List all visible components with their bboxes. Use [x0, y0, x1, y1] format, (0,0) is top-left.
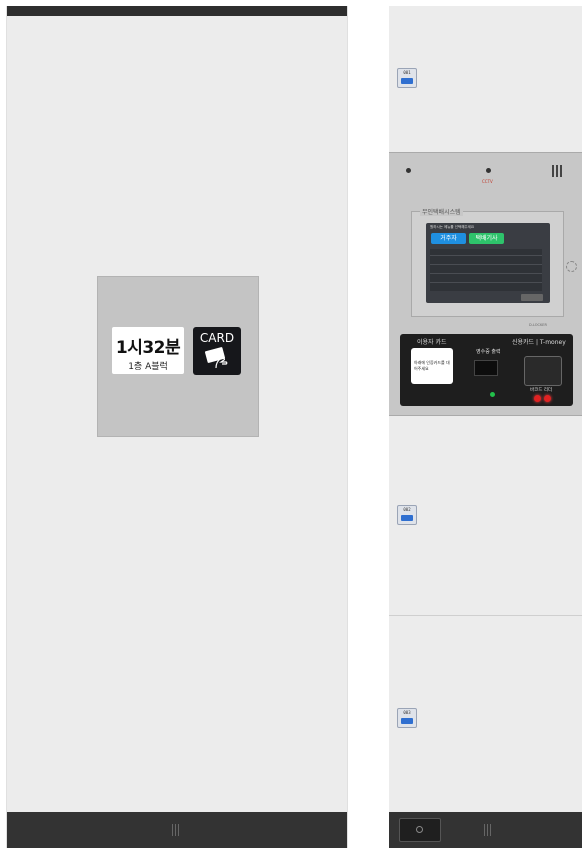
page-nav-buttons[interactable]	[521, 294, 543, 301]
door-tag-002: 002	[397, 505, 417, 525]
cctv-label: CCTV	[482, 179, 493, 184]
user-card-prompt: 아래에 인증카드를 대어주세요	[414, 360, 450, 371]
screen-subtitle: 원하시는 메뉴를 선택해주세요	[430, 225, 475, 229]
status-led-icon	[490, 392, 495, 397]
locker-door-003[interactable]: 003	[389, 616, 582, 812]
locker-time-label: 1시32분 1층 A블럭	[112, 327, 184, 374]
cctv-camera-icon	[486, 168, 491, 173]
door-tag-blue	[401, 718, 413, 724]
door-number: 001	[403, 70, 411, 75]
door-number: 002	[403, 507, 411, 512]
circle-icon	[416, 826, 423, 833]
right-locker-column: 001 002 003	[389, 6, 582, 848]
user-card-reader[interactable]: 아래에 인증카드를 대어주세요	[411, 348, 453, 384]
left-locker-panel: 1시32분 1층 A블럭 CARD	[6, 6, 348, 848]
door-tag-003: 003	[397, 708, 417, 728]
kiosk-screen-frame: 무인택배시스템 원하시는 메뉴를 선택해주세요 거주자 택배기사	[411, 207, 564, 317]
barcode-led-icon	[534, 395, 541, 402]
door-tag-001: 001	[397, 68, 417, 88]
barcode-label: 바코드 리더	[530, 388, 553, 393]
vent-grille-icon	[484, 824, 493, 836]
card-reader-label: CARD	[199, 331, 235, 345]
credit-card-label: 신용카드 | T-money	[512, 339, 566, 346]
card-reader-panel: 1시32분 1층 A블럭 CARD	[97, 276, 259, 437]
locker-status-grid	[430, 249, 542, 291]
screen-frame-title: 무인택배시스템	[420, 207, 463, 216]
barcode-led-icon	[544, 395, 551, 402]
door-tag-blue	[401, 515, 413, 521]
right-bottom-bar	[389, 812, 582, 848]
sensor-dot-icon	[406, 168, 411, 173]
card-reader-button[interactable]: CARD	[193, 327, 241, 375]
time-text: 1시32분	[115, 338, 181, 358]
user-card-label: 이용자 카드	[417, 339, 447, 346]
locker-bottom-bar	[7, 812, 347, 848]
kiosk-control-panel: 이용자 카드 아래에 인증카드를 대어주세요 영수증 출력 신용카드 | T-m…	[400, 334, 573, 406]
courier-button[interactable]: 택배기사	[469, 233, 504, 244]
model-label: D-LOCKER	[529, 323, 547, 327]
receipt-slot	[474, 360, 498, 376]
door-tag-blue	[401, 78, 413, 84]
credit-card-reader[interactable]	[524, 356, 562, 386]
receipt-label: 영수증 출력	[476, 349, 501, 355]
kiosk-touchscreen[interactable]: 원하시는 메뉴를 선택해주세요 거주자 택배기사	[426, 223, 550, 303]
kiosk-panel: CCTV 무인택배시스템 원하시는 메뉴를 선택해주세요 거주자 택배기사 D-…	[389, 152, 582, 416]
card-tap-icon	[204, 347, 228, 369]
door-number: 003	[403, 710, 411, 715]
resident-button[interactable]: 거주자	[431, 233, 466, 244]
bottom-button[interactable]	[399, 818, 441, 842]
speaker-icon	[566, 261, 577, 272]
vent-grille-icon	[172, 824, 181, 836]
locker-door-002[interactable]: 002	[389, 415, 582, 615]
block-text: 1층 A블럭	[128, 362, 168, 372]
locker-door-001[interactable]: 001	[389, 6, 582, 152]
speaker-grille-icon	[552, 165, 564, 177]
locker-top-strip	[7, 6, 347, 16]
